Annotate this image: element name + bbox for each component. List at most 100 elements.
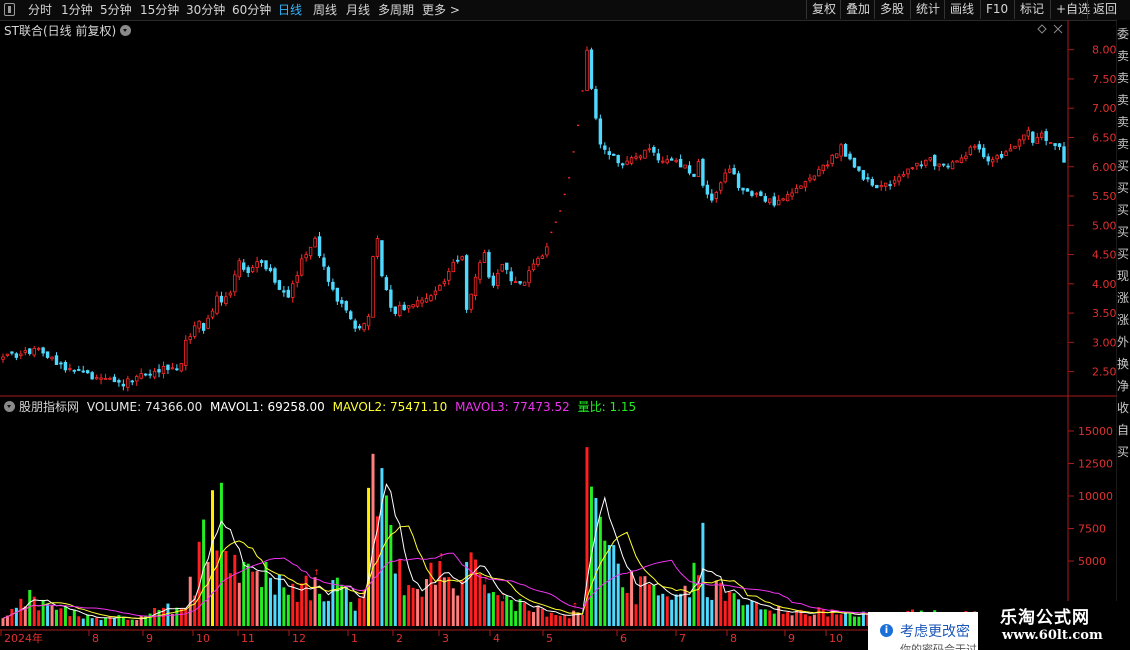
candle-body [986, 156, 990, 162]
candle-body [919, 164, 924, 167]
volume-bar [567, 618, 571, 626]
volume-bar [728, 591, 732, 626]
indicator-name: 股朋指标网 [19, 400, 80, 414]
candle-body [928, 157, 932, 161]
mavol1-line [2, 482, 1065, 620]
candle-body [282, 290, 286, 293]
candle-body [683, 164, 687, 169]
candle-body [696, 161, 701, 177]
volume-bar [104, 617, 108, 626]
side-glyph-6: 买 [1117, 159, 1130, 173]
volume-bar [268, 577, 272, 626]
candle-body [268, 267, 273, 272]
candle-body [139, 373, 143, 379]
volume-bar [81, 618, 85, 626]
candle-body [264, 260, 268, 270]
candle-body [286, 289, 291, 298]
candle-body [977, 144, 981, 150]
volume-bar [826, 616, 830, 626]
volume-bar [839, 614, 843, 626]
volume-bar [420, 596, 424, 626]
candle-body [1035, 136, 1039, 144]
candle-body [10, 351, 14, 354]
volume-bar [465, 562, 469, 626]
volume-bar [438, 561, 442, 626]
volume-bar [745, 604, 749, 626]
candle-body [776, 199, 781, 206]
volume-bar [772, 613, 776, 626]
candle-body [812, 175, 817, 180]
candle-body [478, 262, 482, 280]
candle-body [834, 153, 839, 158]
volume-bar [616, 563, 620, 626]
candle-body [219, 295, 224, 303]
price-tick-label-5: 5.50 [1092, 190, 1117, 203]
volume-bar [558, 615, 562, 626]
candle-body [897, 176, 901, 182]
candle-body [848, 153, 852, 160]
volume-bar [679, 593, 683, 626]
kline-chart[interactable]: 8.00 7.50 7.00 6.50 6.00 5.50 5.00 4.50 4.00 3.50… [0, 0, 1130, 650]
volume-bar [795, 610, 799, 626]
candle-body [759, 191, 763, 196]
volume-bar [665, 596, 669, 626]
candle-body [1053, 143, 1057, 147]
candle-body [781, 198, 785, 201]
candle-body [763, 196, 768, 202]
candle-body [870, 179, 875, 186]
volume-bar [790, 615, 794, 626]
candle-body [273, 268, 277, 283]
candle-body [594, 88, 598, 119]
indicator-chevron-icon[interactable] [4, 401, 15, 412]
volume-tick-label-0: 15000 [1078, 425, 1113, 438]
volume-bar [184, 608, 188, 626]
candle-body [768, 198, 772, 204]
volume-bar [621, 587, 625, 626]
volume-bar [518, 598, 522, 626]
candle-body [157, 369, 161, 373]
volume-bar [14, 607, 18, 626]
candle-body [117, 380, 121, 383]
candle-body [883, 182, 888, 187]
candle-body [505, 262, 509, 270]
volume-bar [170, 614, 174, 626]
time-label-9: 4 [493, 632, 500, 645]
candle-body [121, 383, 126, 387]
volume-bar [532, 612, 535, 626]
volume-bar [246, 563, 250, 626]
volume-bar [77, 616, 81, 626]
candle-body [277, 280, 282, 290]
side-glyph-14: 外 [1117, 335, 1130, 349]
candle-body [638, 155, 643, 159]
candle-body [620, 163, 625, 166]
candle-body [723, 172, 727, 183]
candle-body [291, 283, 295, 298]
volume-bar [692, 562, 696, 626]
info-icon: i [880, 624, 893, 637]
side-glyph-1: 卖 [1117, 49, 1130, 63]
volume-bar [460, 580, 464, 626]
candle-body [23, 350, 27, 353]
candle-body [915, 162, 919, 167]
candle-body [130, 380, 134, 383]
volume-tick-label-4: 5000 [1078, 555, 1106, 568]
volume-bar [563, 614, 567, 626]
volume-bar [509, 599, 513, 626]
candle-body [661, 160, 665, 163]
volume-bar [656, 595, 660, 626]
volume-panel-header[interactable]: 股朋指标网 VOLUME: 74366.00 MAVOL1: 69258.00 … [4, 398, 636, 415]
candle-body [335, 287, 340, 302]
candle-body [482, 252, 487, 263]
candle-body [879, 185, 883, 188]
password-notification[interactable]: i 考虑更改密 你的密码会于过 [868, 612, 978, 650]
candle-body [892, 179, 897, 184]
time-label-4: 11 [241, 632, 255, 645]
close-panel-icon [1053, 24, 1063, 34]
candle-body [545, 246, 549, 256]
candle-body [19, 353, 23, 357]
candle-body [353, 320, 357, 329]
candle-body [81, 370, 85, 373]
volume-value: VOLUME: 74366.00 [86, 400, 203, 414]
ratio-value: 量比: 1.15 [577, 400, 637, 414]
candle-body [656, 153, 661, 161]
